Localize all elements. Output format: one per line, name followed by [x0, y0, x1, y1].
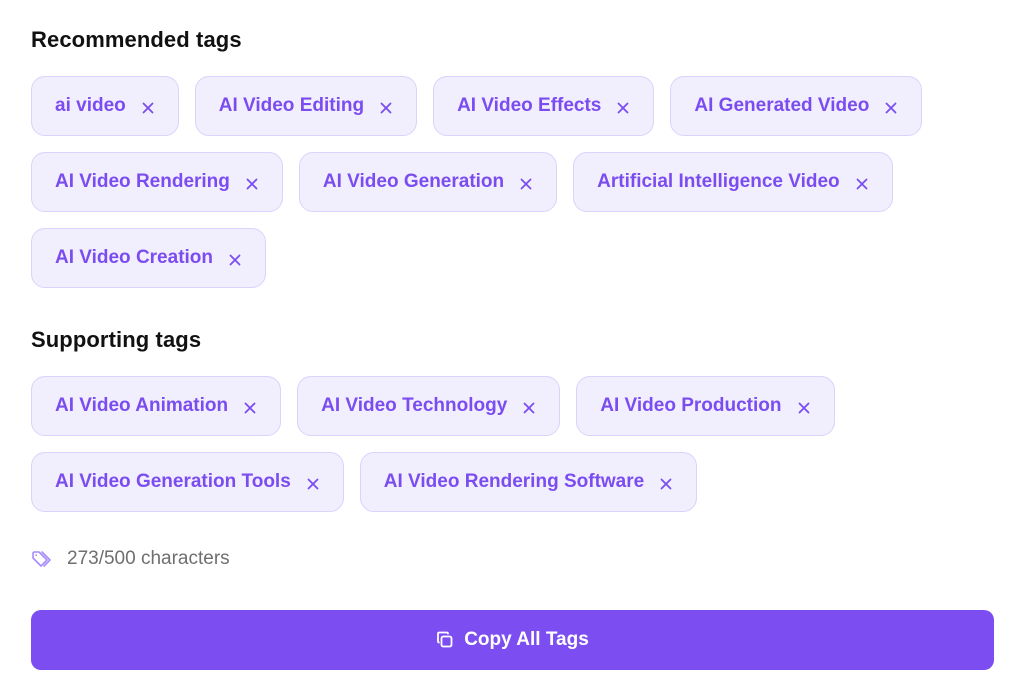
character-count-text: 273/500 characters — [67, 548, 230, 569]
supporting-tags-list: AI Video Animation AI Video Technology AI … — [31, 376, 991, 512]
tag-chip[interactable]: AI Video Creation — [31, 228, 267, 288]
remove-tag-icon[interactable] — [378, 100, 394, 116]
remove-tag-icon[interactable] — [796, 400, 812, 416]
recommended-tags-heading: Recommended tags — [31, 27, 242, 52]
tag-label: Artificial Intelligence Video — [597, 171, 840, 192]
remove-tag-icon[interactable] — [521, 400, 537, 416]
remove-tag-icon[interactable] — [140, 100, 156, 116]
tag-label: AI Video Generation — [322, 171, 505, 192]
remove-tag-icon[interactable] — [244, 176, 260, 192]
tag-label: AI Video Creation — [55, 247, 214, 268]
remove-tag-icon[interactable] — [854, 176, 870, 192]
remove-tag-icon[interactable] — [658, 476, 674, 492]
character-counter: 273/500 characters — [31, 548, 230, 570]
remove-tag-icon[interactable] — [305, 476, 321, 492]
tag-label: ai video — [55, 95, 126, 116]
tag-label: AI Video Production — [600, 395, 782, 416]
copy-all-tags-label: Copy All Tags — [464, 629, 589, 650]
tag-label: AI Video Editing — [218, 95, 365, 116]
tag-chip[interactable]: AI Video Editing — [194, 76, 418, 136]
remove-tag-icon[interactable] — [518, 176, 534, 192]
tag-chip[interactable]: AI Generated Video — [670, 76, 923, 136]
supporting-tags-heading: Supporting tags — [31, 327, 202, 352]
tag-label: AI Video Effects — [457, 95, 602, 116]
tag-label: AI Video Rendering Software — [383, 471, 645, 492]
tag-chip[interactable]: AI Video Generation Tools — [31, 452, 344, 512]
copy-all-tags-button[interactable]: Copy All Tags — [31, 610, 994, 670]
tag-chip[interactable]: AI Video Production — [576, 376, 835, 436]
tag-label: AI Video Animation — [55, 395, 229, 416]
remove-tag-icon[interactable] — [615, 100, 631, 116]
recommended-tags-list: ai video AI Video Editing AI Video Effects… — [31, 76, 991, 288]
tag-chip[interactable]: AI Video Rendering Software — [359, 452, 698, 512]
tag-chip[interactable]: Artificial Intelligence Video — [573, 152, 893, 212]
remove-tag-icon[interactable] — [227, 252, 243, 268]
tag-chip[interactable]: ai video — [31, 76, 179, 136]
tag-chip[interactable]: AI Video Rendering — [31, 152, 283, 212]
remove-tag-icon[interactable] — [242, 400, 258, 416]
remove-tag-icon[interactable] — [883, 100, 899, 116]
tag-chip[interactable]: AI Video Generation — [298, 152, 558, 212]
tag-chip[interactable]: AI Video Effects — [433, 76, 655, 136]
tags-icon — [31, 548, 57, 570]
copy-icon — [436, 630, 456, 650]
tag-label: AI Video Technology — [321, 395, 508, 416]
tags-panel: Recommended tags ai video AI Video Editin… — [0, 0, 1024, 697]
tag-label: AI Video Generation Tools — [55, 471, 291, 492]
tag-chip[interactable]: AI Video Technology — [297, 376, 561, 436]
tag-label: AI Generated Video — [694, 95, 870, 116]
tag-label: AI Video Rendering — [55, 171, 230, 192]
tag-chip[interactable]: AI Video Animation — [31, 376, 282, 436]
